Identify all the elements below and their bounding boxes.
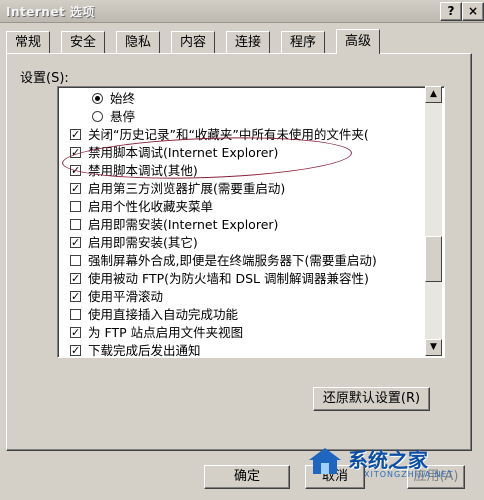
setting-label: 为 FTP 站点启用文件夹视图 <box>88 325 244 340</box>
checkbox-checked-icon[interactable]: ✓ <box>70 327 81 338</box>
setting-label: 启用即需安装(其它) <box>88 235 198 250</box>
checkbox-checked-icon[interactable]: ✓ <box>70 273 81 284</box>
checkbox-unchecked-icon[interactable] <box>70 201 81 212</box>
setting-label: 使用平滑滚动 <box>88 289 164 304</box>
setting-checkbox-row[interactable]: ✓ 启用即需安装(其它) <box>58 233 426 253</box>
setting-label: 悬停 <box>110 109 136 124</box>
checkbox-checked-icon[interactable]: ✓ <box>70 237 81 248</box>
tab-programs[interactable]: 程序 <box>281 31 326 53</box>
setting-checkbox-row[interactable]: ✓ 使用平滑滚动 <box>58 287 426 307</box>
settings-label: 设置(S): <box>20 71 69 86</box>
tab-security[interactable]: 安全 <box>61 31 106 53</box>
setting-checkbox-row[interactable]: 强制屏幕外合成,即便是在终端服务器下(需要重启动) <box>58 251 426 271</box>
setting-checkbox-row[interactable]: 启用即需安装(Internet Explorer) <box>58 215 426 235</box>
checkbox-unchecked-icon[interactable] <box>70 219 81 230</box>
checkbox-unchecked-icon[interactable] <box>70 309 81 320</box>
tab-content[interactable]: 内容 <box>171 31 216 53</box>
setting-checkbox-row[interactable]: ✓ 使用被动 FTP(为防火墙和 DSL 调制解调器兼容性) <box>58 269 426 289</box>
setting-label: 使用被动 FTP(为防火墙和 DSL 调制解调器兼容性) <box>88 271 369 286</box>
checkbox-checked-icon[interactable]: ✓ <box>70 183 81 194</box>
setting-checkbox-row[interactable]: ✓ 为 FTP 站点启用文件夹视图 <box>58 323 426 343</box>
title-bar: Internet 选项 ? × <box>0 0 484 23</box>
setting-checkbox-row[interactable]: 使用直接插入自动完成功能 <box>58 305 426 325</box>
setting-checkbox-row[interactable]: ✓ 启用第三方浏览器扩展(需要重启动) <box>58 179 426 199</box>
window-title: Internet 选项 <box>6 5 95 19</box>
site-watermark: 系统之家 XITONGZHIJIA.NET <box>308 440 470 484</box>
radio-empty-icon[interactable] <box>92 111 103 122</box>
setting-label: 下载完成后发出通知 <box>88 343 201 358</box>
watermark-url: XITONGZHIJIA.NET <box>364 470 454 479</box>
tab-privacy[interactable]: 隐私 <box>116 31 161 53</box>
ok-button[interactable]: 确定 <box>204 465 290 489</box>
setting-checkbox-row[interactable]: 启用个性化收藏夹菜单 <box>58 197 426 217</box>
setting-checkbox-row[interactable]: ✓ 下载完成后发出通知 <box>58 341 426 358</box>
setting-label: 使用直接插入自动完成功能 <box>88 307 239 322</box>
checkbox-checked-icon[interactable]: ✓ <box>70 129 81 140</box>
tab-connections[interactable]: 连接 <box>226 31 271 53</box>
internet-options-dialog: Internet 选项 ? × 常规 安全 隐私 内容 连接 程序 高级 设置(… <box>0 0 484 500</box>
restore-defaults-button[interactable]: 还原默认设置(R) <box>313 387 430 411</box>
close-button[interactable]: × <box>462 2 484 21</box>
setting-label: 强制屏幕外合成,即便是在终端服务器下(需要重启动) <box>88 253 377 268</box>
radio-option[interactable]: 始终 <box>58 89 426 109</box>
watermark-brand: 系统之家 <box>348 448 428 472</box>
checkbox-checked-icon[interactable]: ✓ <box>70 345 81 356</box>
setting-label: 始终 <box>110 91 136 106</box>
radio-selected-icon[interactable] <box>92 93 103 104</box>
tab-general[interactable]: 常规 <box>6 31 51 53</box>
tab-advanced[interactable]: 高级 <box>336 29 381 54</box>
settings-scrollbar[interactable]: ▲ ▼ <box>425 86 442 356</box>
radio-option[interactable]: 悬停 <box>58 107 426 127</box>
scroll-thumb[interactable] <box>425 236 442 282</box>
scroll-down-button[interactable]: ▼ <box>425 339 442 356</box>
setting-label: 启用第三方浏览器扩展(需要重启动) <box>88 181 286 196</box>
scroll-up-button[interactable]: ▲ <box>425 86 442 103</box>
checkbox-checked-icon[interactable]: ✓ <box>70 291 81 302</box>
settings-list: 始终 悬停 ✓ 关闭“历史记录”和“收藏夹”中所有未使用的文件夹(✓ 禁用脚本调试(In… <box>57 86 445 358</box>
tab-strip: 常规 安全 隐私 内容 连接 程序 高级 <box>6 29 466 54</box>
help-button[interactable]: ? <box>440 2 462 21</box>
setting-label: 启用个性化收藏夹菜单 <box>88 199 214 214</box>
setting-label: 启用即需安装(Internet Explorer) <box>88 217 279 232</box>
house-logo-icon <box>309 448 341 474</box>
checkbox-unchecked-icon[interactable] <box>70 255 81 266</box>
